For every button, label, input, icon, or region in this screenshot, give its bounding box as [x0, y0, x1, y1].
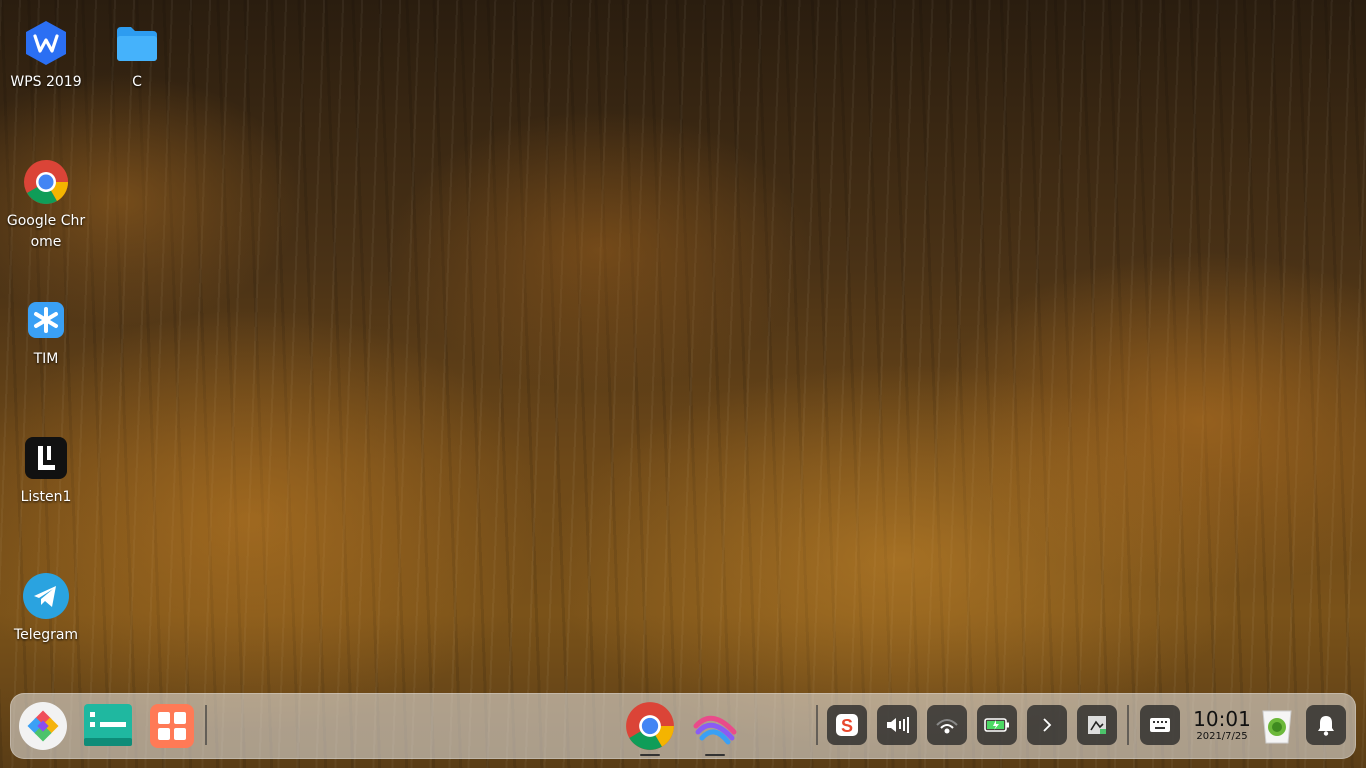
desktop-icon-tim[interactable]: TIM — [0, 297, 92, 370]
desktop-icon-telegram[interactable]: Telegram — [0, 573, 92, 646]
desktop-icon-label: Google Chrome — [6, 213, 86, 250]
dock-app-chrome[interactable] — [623, 699, 677, 753]
battery-icon — [984, 718, 1009, 732]
desktop-icon-wps[interactable]: WPS 2019 — [0, 20, 92, 93]
trash-button[interactable] — [1257, 705, 1297, 747]
keyboard-button[interactable] — [1140, 705, 1180, 745]
network-button[interactable] — [927, 705, 967, 745]
folder-icon — [114, 20, 160, 66]
desktop-icon-label: Telegram — [13, 627, 79, 643]
tim-icon — [23, 297, 69, 343]
app-store-icon — [150, 704, 194, 748]
trash-icon — [1262, 710, 1292, 744]
expand-tray-button[interactable] — [1027, 705, 1067, 745]
desktop-icon-label: Listen1 — [20, 489, 72, 505]
svg-text:S: S — [841, 716, 853, 736]
dock-separator — [816, 705, 818, 745]
browser-app-icon — [693, 715, 737, 745]
chrome-icon — [23, 159, 69, 205]
notification-bell-icon — [1318, 716, 1334, 736]
clock-date[interactable]: 2021/7/25 — [1190, 731, 1254, 743]
dock: S 10:01 2021/7/25 — [10, 693, 1356, 759]
sogou-input-icon: S — [836, 714, 858, 736]
volume-icon — [887, 717, 909, 733]
expand-tray-icon — [1043, 718, 1052, 732]
desktop-icon-label: TIM — [33, 351, 59, 367]
multitask-view-button[interactable] — [82, 701, 134, 751]
network-icon — [936, 719, 958, 734]
notification-button[interactable] — [1306, 705, 1346, 745]
running-indicator — [640, 754, 660, 756]
sogou-input-button[interactable]: S — [827, 705, 867, 745]
desktop-icon-chrome[interactable]: Google Chrome — [0, 159, 92, 253]
running-indicator — [705, 754, 725, 756]
desktop-icon-label: WPS 2019 — [10, 74, 82, 90]
launcher-icon — [19, 702, 67, 750]
dock-separator — [1127, 705, 1129, 745]
chrome-icon — [626, 702, 674, 750]
clock-time[interactable]: 10:01 — [1190, 708, 1254, 730]
volume-button[interactable] — [877, 705, 917, 745]
desktop-icon-label: C — [132, 74, 142, 90]
desktop-icon-listen1[interactable]: Listen1 — [0, 435, 92, 508]
app-store-button[interactable] — [147, 701, 197, 751]
keyboard-icon — [1150, 718, 1170, 732]
telegram-icon — [23, 573, 69, 619]
multitask-view-icon — [84, 704, 132, 746]
dock-separator — [205, 705, 207, 745]
battery-button[interactable] — [977, 705, 1017, 745]
screenshot-button[interactable] — [1077, 705, 1117, 745]
listen1-icon — [23, 435, 69, 481]
dock-app-browser[interactable] — [690, 701, 740, 751]
wps-icon — [23, 20, 69, 66]
screenshot-icon — [1088, 716, 1106, 734]
launcher-button[interactable] — [18, 701, 68, 751]
desktop-icon-c-folder[interactable]: C — [91, 20, 183, 93]
